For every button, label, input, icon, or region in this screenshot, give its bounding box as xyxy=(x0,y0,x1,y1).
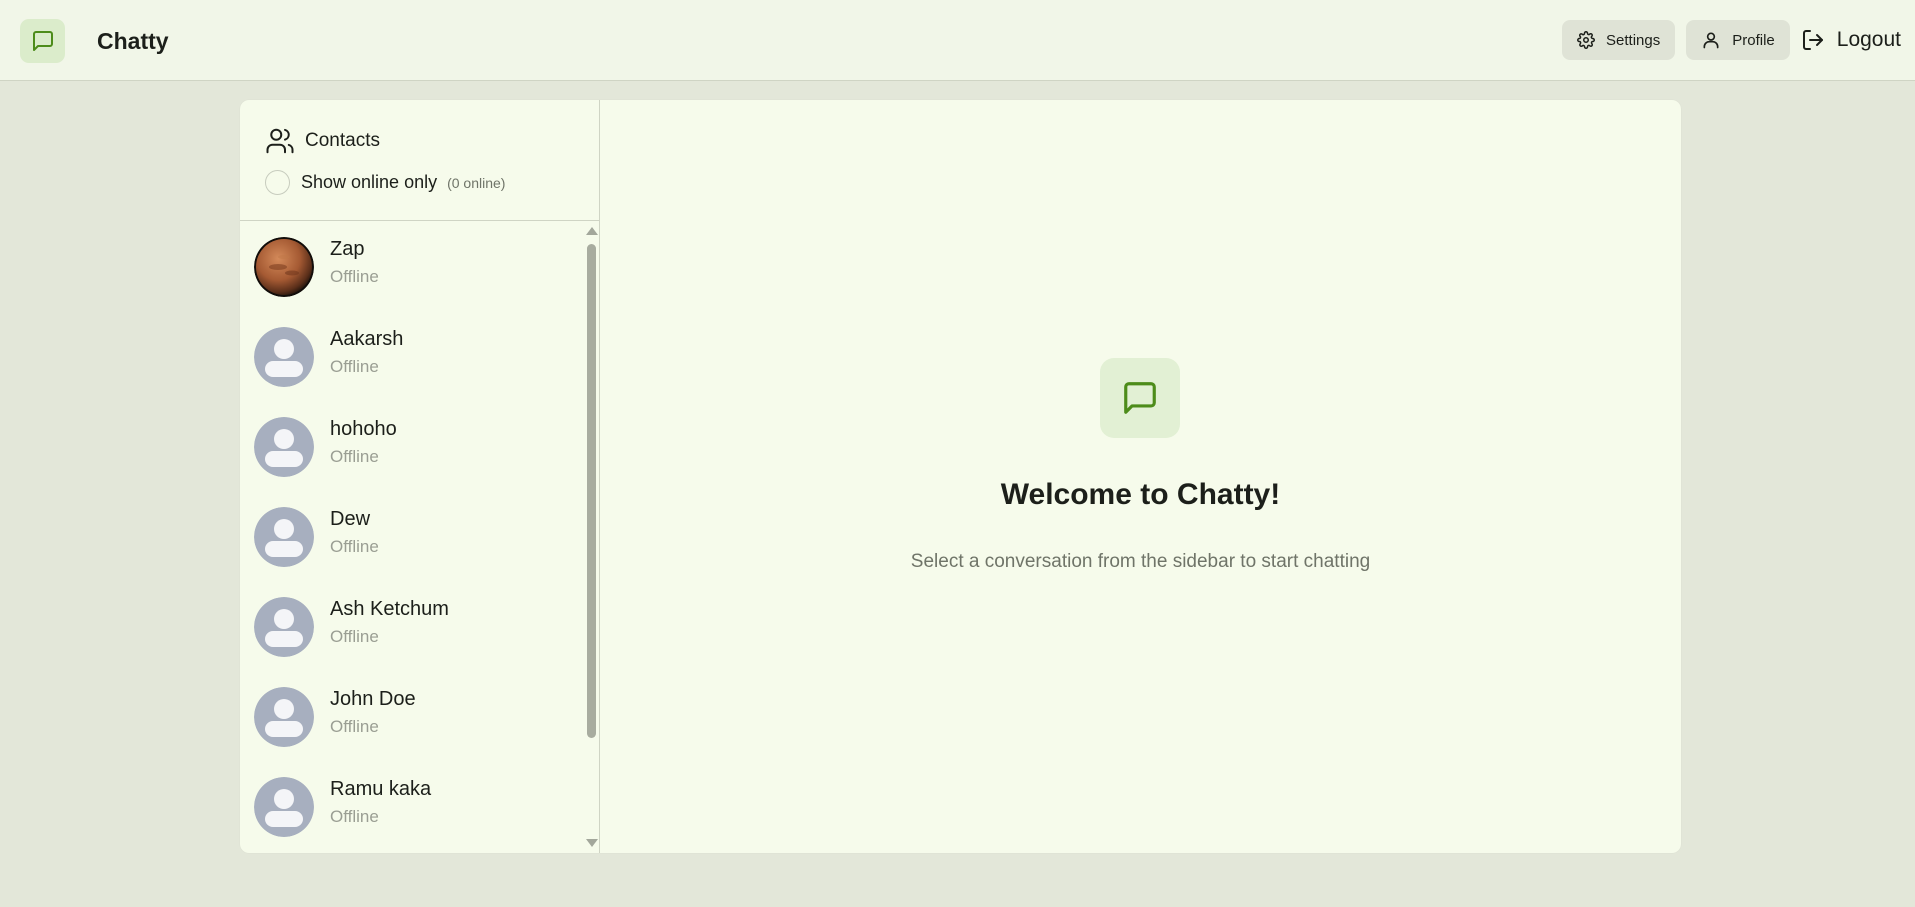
contact-name: Zap xyxy=(330,238,365,260)
sidebar-header: Contacts Show online only (0 online) xyxy=(240,100,599,221)
contact-item[interactable]: Dew Offline xyxy=(240,492,585,582)
contacts-heading: Contacts xyxy=(265,126,380,156)
settings-label: Settings xyxy=(1606,31,1661,49)
contact-status: Offline xyxy=(330,357,379,376)
contacts-title: Contacts xyxy=(305,130,380,151)
nav-actions: Settings Profile Logout xyxy=(1562,20,1901,60)
contact-name: John Doe xyxy=(330,688,416,710)
online-filter: Show online only (0 online) xyxy=(265,170,505,195)
contact-status: Offline xyxy=(330,537,379,556)
message-square-icon xyxy=(20,19,65,63)
profile-label: Profile xyxy=(1732,31,1775,49)
chat-container: Contacts Show online only (0 online) Zap… xyxy=(240,100,1681,853)
sidebar: Contacts Show online only (0 online) Zap… xyxy=(240,100,600,853)
welcome-subtitle: Select a conversation from the sidebar t… xyxy=(910,551,1371,572)
default-avatar-icon xyxy=(254,417,314,477)
online-count: (0 online) xyxy=(447,174,506,191)
settings-button[interactable]: Settings xyxy=(1562,20,1676,60)
contact-name: Dew xyxy=(330,508,371,530)
logout-button[interactable]: Logout xyxy=(1801,28,1901,52)
contact-name: Ash Ketchum xyxy=(330,598,449,620)
contact-name: Ramu kaka xyxy=(330,778,432,800)
welcome-title: Welcome to Chatty! xyxy=(1000,478,1281,511)
contact-status: Offline xyxy=(330,627,379,646)
contact-item[interactable]: Ramu kaka Offline xyxy=(240,762,585,852)
navbar: Chatty Settings Profile Logout xyxy=(0,0,1915,81)
contact-list: Zap Offline Aakarsh Offline hohoho Offli… xyxy=(240,222,585,853)
default-avatar-icon xyxy=(254,687,314,747)
contact-list-scrollbar[interactable] xyxy=(583,222,599,853)
profile-button[interactable]: Profile xyxy=(1686,20,1790,60)
contact-status: Offline xyxy=(330,447,379,466)
contact-item[interactable]: John Doe Offline xyxy=(240,672,585,762)
default-avatar-icon xyxy=(254,507,314,567)
contact-item[interactable]: hohoho Offline xyxy=(240,402,585,492)
avatar xyxy=(254,237,314,297)
contact-name: hohoho xyxy=(330,418,397,440)
user-icon xyxy=(1703,32,1719,49)
contact-status: Offline xyxy=(330,807,379,826)
contact-name: Aakarsh xyxy=(330,328,404,350)
scroll-up-arrow-icon[interactable] xyxy=(586,227,598,235)
show-online-checkbox[interactable] xyxy=(265,170,290,195)
message-square-icon xyxy=(1100,358,1180,438)
no-chat-selected: Welcome to Chatty! Select a conversation… xyxy=(600,100,1681,853)
gear-icon xyxy=(1577,31,1595,49)
contact-item[interactable]: Ash Ketchum Offline xyxy=(240,582,585,672)
contact-item[interactable]: Zap Offline xyxy=(240,222,585,312)
contact-status: Offline xyxy=(330,267,379,286)
default-avatar-icon xyxy=(254,777,314,837)
app-title: Chatty xyxy=(97,27,169,54)
default-avatar-icon xyxy=(254,597,314,657)
scroll-thumb[interactable] xyxy=(587,244,596,738)
default-avatar-icon xyxy=(254,327,314,387)
scroll-down-arrow-icon[interactable] xyxy=(586,839,598,847)
contact-status: Offline xyxy=(330,717,379,736)
users-icon xyxy=(266,128,294,154)
logout-label: Logout xyxy=(1836,28,1901,51)
contact-item[interactable]: Aakarsh Offline xyxy=(240,312,585,402)
show-online-label[interactable]: Show online only xyxy=(301,172,437,193)
brand[interactable]: Chatty xyxy=(20,19,169,63)
logout-icon xyxy=(1802,30,1823,50)
